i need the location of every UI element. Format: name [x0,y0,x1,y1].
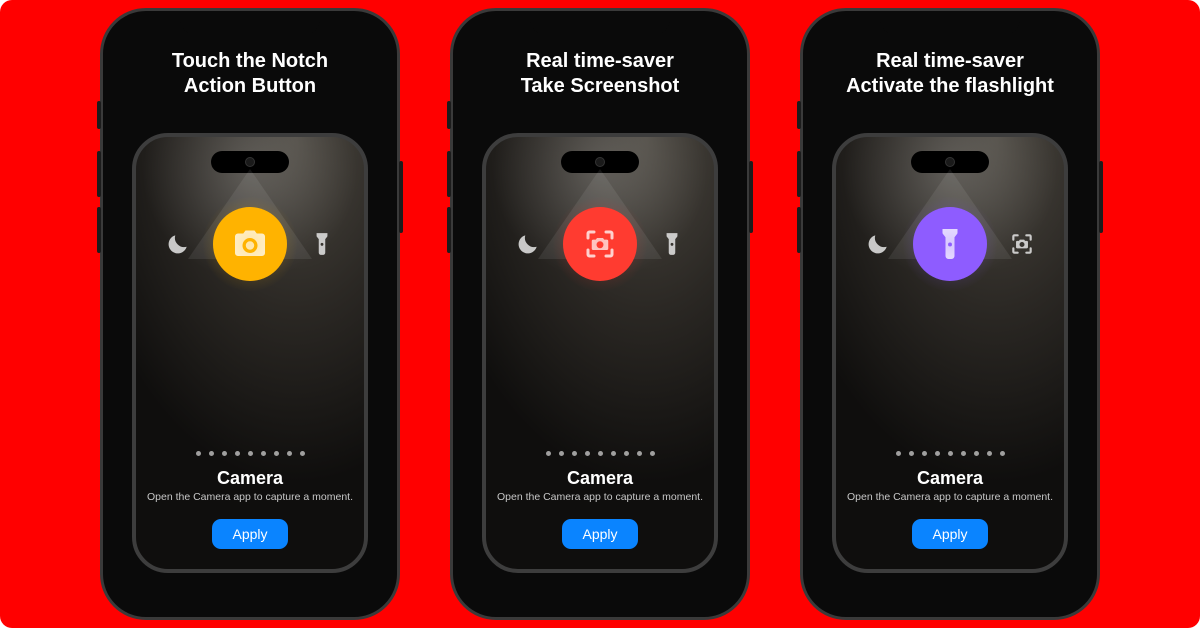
page-indicator[interactable] [196,441,305,456]
page-dot [987,451,992,456]
page-dot [948,451,953,456]
phone-notch [180,11,320,35]
page-dot [961,451,966,456]
page-dot [235,451,240,456]
page-dot [637,451,642,456]
phone-side-button [97,101,101,129]
phone-side-button [447,151,451,197]
front-camera-lens-icon [245,157,255,167]
flashlight-icon[interactable] [659,231,685,257]
front-camera-lens-icon [595,157,605,167]
inner-phone-mock: Camera Open the Camera app to capture a m… [482,133,718,573]
page-dot [935,451,940,456]
page-dot [650,451,655,456]
feature-subtitle: Open the Camera app to capture a moment. [147,491,353,503]
page-dot [546,451,551,456]
feature-title: Camera [567,468,633,489]
page-dot [974,451,979,456]
page-dot [922,451,927,456]
selected-action-flashlight-icon[interactable] [913,207,987,281]
apply-button[interactable]: Apply [212,519,287,549]
apply-button[interactable]: Apply [912,519,987,549]
screenshot-icon[interactable] [1009,231,1035,257]
moon-icon[interactable] [515,231,541,257]
page-dot [300,451,305,456]
phone-side-button [797,101,801,129]
phone-side-button [367,231,368,283]
phone-notch [880,11,1020,35]
headline-text: Touch the Notch Action Button [172,49,328,99]
selected-action-screenshot-icon[interactable] [563,207,637,281]
page-dot [559,451,564,456]
feature-title: Camera [917,468,983,489]
feature-subtitle: Open the Camera app to capture a moment. [497,491,703,503]
phone-side-button [1067,231,1068,283]
page-dot [585,451,590,456]
feature-title: Camera [217,468,283,489]
page-dot [196,451,201,456]
page-dot [209,451,214,456]
phone-mock-0: Touch the Notch Action Button Camera Open … [100,8,400,620]
phone-side-button [797,151,801,197]
front-camera-lens-icon [945,157,955,167]
phone-side-button [447,207,451,253]
headline-text: Real time-saver Activate the flashlight [846,49,1054,99]
phone-side-button [482,265,483,297]
page-dot [287,451,292,456]
page-dot [572,451,577,456]
page-dot [222,451,227,456]
phone-notch [530,11,670,35]
page-dot [896,451,901,456]
phone-mock-2: Real time-saver Activate the flashlight C… [800,8,1100,620]
phone-side-button [132,265,133,297]
page-dot [611,451,616,456]
feature-subtitle: Open the Camera app to capture a moment. [847,491,1053,503]
phone-side-button [832,265,833,297]
phone-side-button [447,101,451,129]
phone-side-button [797,207,801,253]
phone-side-button [832,225,833,257]
phone-side-button [1099,161,1103,233]
phone-side-button [749,161,753,233]
phone-side-button [132,225,133,257]
phone-side-button [717,231,718,283]
page-dot [909,451,914,456]
app-store-screenshots-row: Touch the Notch Action Button Camera Open … [0,0,1200,628]
phone-side-button [399,161,403,233]
apply-button[interactable]: Apply [562,519,637,549]
phone-side-button [132,195,133,215]
phone-side-button [97,207,101,253]
page-indicator[interactable] [896,441,1005,456]
page-dot [1000,451,1005,456]
phone-side-button [482,225,483,257]
moon-icon[interactable] [165,231,191,257]
page-dot [624,451,629,456]
phone-side-button [482,195,483,215]
phone-side-button [97,151,101,197]
phone-side-button [832,195,833,215]
page-dot [274,451,279,456]
page-dot [248,451,253,456]
selected-action-camera-icon[interactable] [213,207,287,281]
inner-phone-mock: Camera Open the Camera app to capture a m… [132,133,368,573]
page-indicator[interactable] [546,441,655,456]
inner-phone-mock: Camera Open the Camera app to capture a m… [832,133,1068,573]
page-dot [261,451,266,456]
moon-icon[interactable] [865,231,891,257]
page-dot [598,451,603,456]
phone-mock-1: Real time-saver Take Screenshot Camera Ope… [450,8,750,620]
headline-text: Real time-saver Take Screenshot [521,49,680,99]
flashlight-icon[interactable] [309,231,335,257]
